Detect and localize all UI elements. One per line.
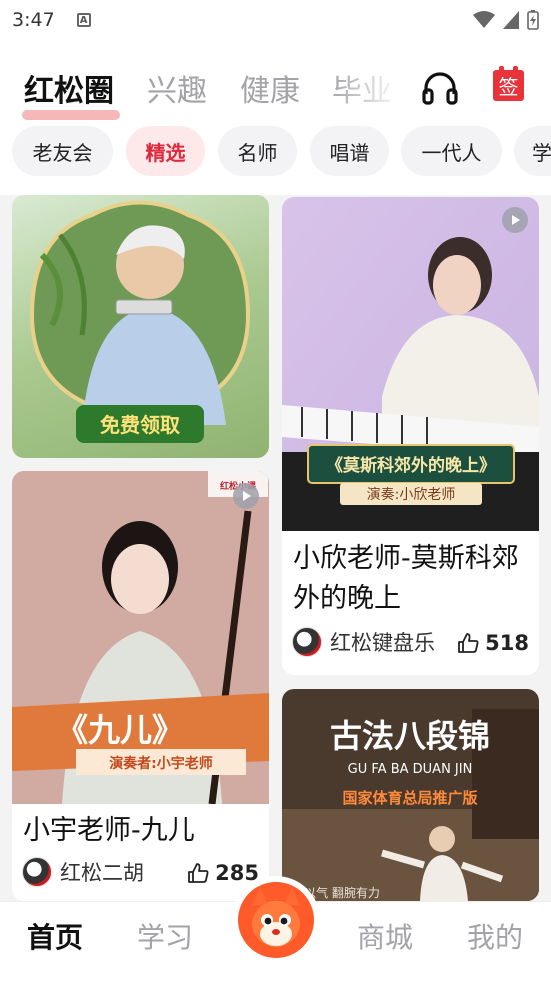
category-chips: 老友会 精选 名师 唱谱 一代人 学 <box>12 126 551 176</box>
piano-poster-sub: 演奏:小欣老师 <box>367 487 456 503</box>
tab-hongsongquan[interactable]: 红松圈 <box>24 66 114 110</box>
card-banner-text: 免费领取 <box>100 413 180 437</box>
thumbs-up-icon <box>458 633 479 653</box>
erhu-poster-title: 《九儿》 <box>56 711 184 749</box>
active-tab-underline <box>22 110 120 120</box>
play-icon[interactable] <box>502 207 528 233</box>
nav-mine[interactable]: 我的 <box>467 916 523 956</box>
chip-yidairen[interactable]: 一代人 <box>401 126 502 176</box>
thumbs-up-icon <box>188 863 209 883</box>
nav-study[interactable]: 学习 <box>137 916 193 956</box>
piano-card-title-line2: 外的晚上 <box>293 583 401 614</box>
top-tabs: 红松圈 兴趣 健康 毕业 <box>0 60 551 120</box>
tab-xingqu[interactable]: 兴趣 <box>147 66 207 110</box>
author-name: 红松二胡 <box>60 861 144 885</box>
status-icons <box>473 10 539 30</box>
tab-jiankang[interactable]: 健康 <box>240 66 300 110</box>
author-name: 红松键盘乐 <box>330 631 435 655</box>
feed: 免费领取 《莫斯科郊外的晚上》 演奏:小欣老师 小欣老师-莫斯科郊 外的晚上 红… <box>0 195 551 901</box>
headphone-icon[interactable] <box>420 68 460 108</box>
mascot-button[interactable] <box>232 876 320 964</box>
erhu-card-author[interactable]: 红松二胡 <box>22 857 144 887</box>
nav-home[interactable]: 首页 <box>27 916 83 956</box>
notification-icon: A <box>76 13 91 27</box>
likes-count: 518 <box>485 631 529 655</box>
card-harmonica[interactable]: 免费领取 <box>12 195 269 458</box>
nav-mall[interactable]: 商城 <box>357 916 413 956</box>
signal-icon <box>503 11 519 29</box>
card-piano[interactable]: 《莫斯科郊外的晚上》 演奏:小欣老师 小欣老师-莫斯科郊 外的晚上 红松键盘乐 … <box>282 197 539 675</box>
erhu-poster-sub: 演奏者:小宇老师 <box>109 755 213 772</box>
squirrel-mascot-icon <box>238 882 314 958</box>
chip-laoyouhui[interactable]: 老友会 <box>12 126 113 176</box>
author-avatar <box>292 627 322 657</box>
baduanjin-footer: 以气 翻腕有力 <box>304 885 380 900</box>
piano-likes[interactable]: 518 <box>457 631 529 655</box>
sign-in-label: 签 <box>498 75 519 99</box>
baduanjin-pinyin: GU FA BA DUAN JIN <box>348 762 473 777</box>
tab-fade <box>330 60 402 116</box>
bottom-nav: 首页 学习 商城 我的 <box>0 876 551 981</box>
card-erhu[interactable]: 红松小课 《九儿》 演奏者:小宇老师 小宇老师-九儿 红松二胡 285 <box>12 471 269 901</box>
chip-changpu[interactable]: 唱谱 <box>310 126 389 176</box>
status-time: 3:47 <box>12 9 55 31</box>
sign-in-calendar-icon[interactable]: 签 <box>493 66 524 101</box>
harmonica-thumbnail: 免费领取 <box>29 200 251 443</box>
battery-icon <box>527 10 539 30</box>
piano-card-author[interactable]: 红松键盘乐 <box>292 627 435 657</box>
erhu-thumbnail: 红松小课 《九儿》 演奏者:小宇老师 <box>12 471 269 804</box>
baduanjin-thumbnail: 古法八段锦 GU FA BA DUAN JIN 国家体育总局推广版 以气 翻腕有… <box>282 689 539 901</box>
header: 红松圈 兴趣 健康 毕业 签 老友会 精选 名师 唱谱 一代人 学 <box>0 40 551 195</box>
baduanjin-poster-sub: 国家体育总局推广版 <box>342 789 477 807</box>
chip-mingshi[interactable]: 名师 <box>218 126 297 176</box>
piano-poster-title: 《莫斯科郊外的晚上》 <box>326 455 496 476</box>
play-icon[interactable] <box>233 483 259 509</box>
card-baduanjin[interactable]: 古法八段锦 GU FA BA DUAN JIN 国家体育总局推广版 以气 翻腕有… <box>282 689 539 901</box>
piano-card-title-line1: 小欣老师-莫斯科郊 <box>293 543 519 574</box>
status-bar: 3:47 A <box>0 0 551 40</box>
chip-xue[interactable]: 学 <box>514 126 551 176</box>
chip-jingxuan[interactable]: 精选 <box>126 126 205 176</box>
piano-thumbnail: 《莫斯科郊外的晚上》 演奏:小欣老师 <box>282 197 539 531</box>
baduanjin-poster-title: 古法八段锦 <box>330 717 490 755</box>
author-avatar <box>22 857 52 887</box>
erhu-likes[interactable]: 285 <box>187 861 259 885</box>
erhu-card-title: 小宇老师-九儿 <box>23 815 195 846</box>
wifi-icon <box>473 11 495 28</box>
